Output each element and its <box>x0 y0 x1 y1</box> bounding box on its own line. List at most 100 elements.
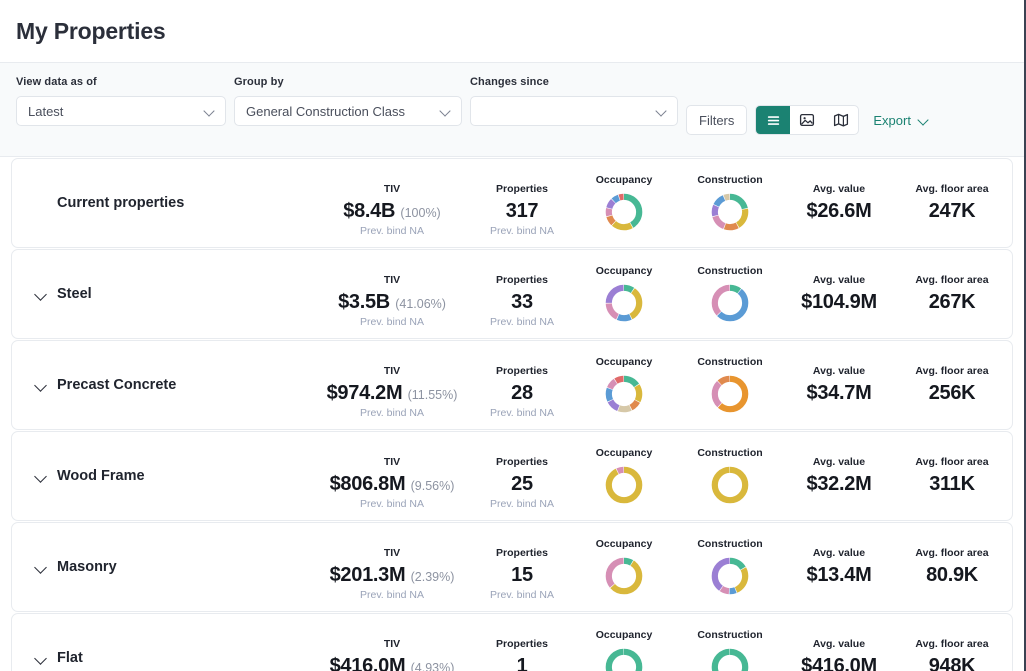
avg-floor-area-value: 267K <box>929 291 976 314</box>
table-row[interactable]: Wood Frame TIV $806.8M (9.56%) Prev. bind N… <box>11 431 1013 521</box>
construction-donut-chart <box>709 282 751 324</box>
row-expand-caret[interactable] <box>34 560 48 574</box>
properties-prev-bind: Prev. bind NA <box>490 589 554 601</box>
properties-header: Properties <box>496 274 548 286</box>
occupancy-cell: Occupancy <box>572 249 676 339</box>
table-row[interactable]: FlatTIV$416.0M (4.93%)Prev. bind NAPrope… <box>11 613 1013 671</box>
tiv-cell: TIV $806.8M (9.56%) Prev. bind NA <box>312 431 472 521</box>
table-row[interactable]: MasonryTIV$201.3M (2.39%)Prev. bind NAPr… <box>11 522 1013 612</box>
image-icon <box>799 112 815 128</box>
tiv-prev-bind: Prev. bind NA <box>360 498 424 510</box>
chevron-down-icon <box>204 105 216 117</box>
properties-cell: Properties28Prev. bind NA <box>472 340 572 430</box>
properties-header: Properties <box>496 456 548 468</box>
tiv-header: TIV <box>384 638 400 650</box>
map-view-button[interactable] <box>824 106 858 134</box>
occupancy-cell: Occupancy <box>572 522 676 612</box>
properties-cell: Properties1Prev. bind NA <box>472 613 572 671</box>
view-mode-toggle-group <box>755 105 859 135</box>
properties-value: 33 <box>511 291 533 314</box>
tiv-header: TIV <box>384 456 400 468</box>
tiv-value: $201.3M (2.39%) <box>330 564 455 587</box>
properties-cell: Properties317Prev. bind NA <box>472 158 572 248</box>
avg-value-header: Avg. value <box>813 456 865 468</box>
construction-header: Construction <box>697 174 762 186</box>
changes-since-field: Changes since <box>470 76 678 126</box>
properties-prev-bind: Prev. bind NA <box>490 316 554 328</box>
construction-header: Construction <box>697 265 762 277</box>
avg-value-header: Avg. value <box>813 183 865 195</box>
avg-value-value: $416.0M <box>801 655 877 671</box>
table-row[interactable]: Current propertiesTIV$8.4B (100%)Prev. b… <box>11 158 1013 248</box>
properties-header: Properties <box>496 183 548 195</box>
occupancy-cell: Occupancy <box>572 613 676 671</box>
tiv-percent: (100%) <box>400 206 440 220</box>
row-label: Precast Concrete <box>57 377 176 393</box>
construction-donut-chart <box>709 646 751 671</box>
tiv-value: $806.8M (9.56%) <box>330 473 455 496</box>
avg-floor-area-value: 256K <box>929 382 976 405</box>
properties-cell: Properties 15 Prev. bind NA <box>472 522 572 612</box>
construction-header: Construction <box>697 629 762 641</box>
avg-floor-area-header: Avg. floor area <box>915 365 988 377</box>
changes-since-label: Changes since <box>470 76 678 88</box>
row-expand-caret[interactable] <box>34 469 48 483</box>
table-row[interactable]: SteelTIV$3.5B (41.06%)Prev. bind NAPrope… <box>11 249 1013 339</box>
filters-button[interactable]: Filters <box>686 105 747 135</box>
tiv-prev-bind: Prev. bind NA <box>360 589 424 601</box>
occupancy-donut-chart <box>603 191 645 233</box>
properties-app: My Properties View data as of Latest Gro… <box>0 0 1026 671</box>
avg-floor-area-value: 948K <box>929 655 976 671</box>
occupancy-header: Occupancy <box>596 174 653 186</box>
avg-value-value: $104.9M <box>801 291 877 314</box>
occupancy-donut-chart <box>603 464 645 506</box>
row-expand-caret[interactable] <box>34 651 48 665</box>
properties-value: 1 <box>517 655 528 671</box>
chevron-down-icon <box>440 105 452 117</box>
properties-value: 28 <box>511 382 533 405</box>
row-expand-caret[interactable] <box>34 378 48 392</box>
properties-list[interactable]: Current propertiesTIV$8.4B (100%)Prev. b… <box>0 157 1024 671</box>
row-name-cell: Steel <box>12 286 312 302</box>
export-button[interactable]: Export <box>873 105 930 135</box>
tiv-percent: (41.06%) <box>395 297 446 311</box>
list-icon <box>766 113 781 128</box>
occupancy-cell: Occupancy <box>572 431 676 521</box>
properties-header: Properties <box>496 547 548 559</box>
avg-value-cell: Avg. value$34.7M <box>784 340 894 430</box>
properties-value: 15 <box>511 564 533 587</box>
avg-value-header: Avg. value <box>813 274 865 286</box>
avg-value-value: $26.6M <box>807 200 872 223</box>
avg-floor-area-cell: Avg. floor area 256K <box>894 340 1010 430</box>
properties-cell: Properties 33 Prev. bind NA <box>472 249 572 339</box>
changes-since-select[interactable] <box>470 96 678 126</box>
view-data-as-of-label: View data as of <box>16 76 226 88</box>
properties-header: Properties <box>496 638 548 650</box>
avg-value-cell: Avg. value $104.9M <box>784 249 894 339</box>
avg-floor-area-header: Avg. floor area <box>915 547 988 559</box>
avg-value-cell: Avg. value$416.0M <box>784 613 894 671</box>
occupancy-cell: Occupancy <box>572 158 676 248</box>
properties-prev-bind: Prev. bind NA <box>490 498 554 510</box>
avg-floor-area-header: Avg. floor area <box>915 274 988 286</box>
occupancy-donut-chart <box>603 282 645 324</box>
avg-value-cell: Avg. value$32.2M <box>784 431 894 521</box>
avg-floor-area-value: 247K <box>929 200 976 223</box>
row-expand-caret[interactable] <box>34 287 48 301</box>
properties-value: 317 <box>506 200 538 223</box>
row-name-cell: Wood Frame <box>12 468 312 484</box>
occupancy-header: Occupancy <box>596 265 653 277</box>
list-view-button[interactable] <box>756 106 790 134</box>
image-view-button[interactable] <box>790 106 824 134</box>
avg-floor-area-cell: Avg. floor area80.9K <box>894 522 1010 612</box>
table-row[interactable]: Precast ConcreteTIV$974.2M (11.55%)Prev.… <box>11 340 1013 430</box>
tiv-cell: TIV$201.3M (2.39%)Prev. bind NA <box>312 522 472 612</box>
occupancy-header: Occupancy <box>596 356 653 368</box>
page-header: My Properties <box>0 0 1024 63</box>
view-data-as-of-select[interactable]: Latest <box>16 96 226 126</box>
construction-donut-chart <box>709 373 751 415</box>
properties-prev-bind: Prev. bind NA <box>490 407 554 419</box>
construction-header: Construction <box>697 538 762 550</box>
tiv-prev-bind: Prev. bind NA <box>360 407 424 419</box>
group-by-select[interactable]: General Construction Class <box>234 96 462 126</box>
